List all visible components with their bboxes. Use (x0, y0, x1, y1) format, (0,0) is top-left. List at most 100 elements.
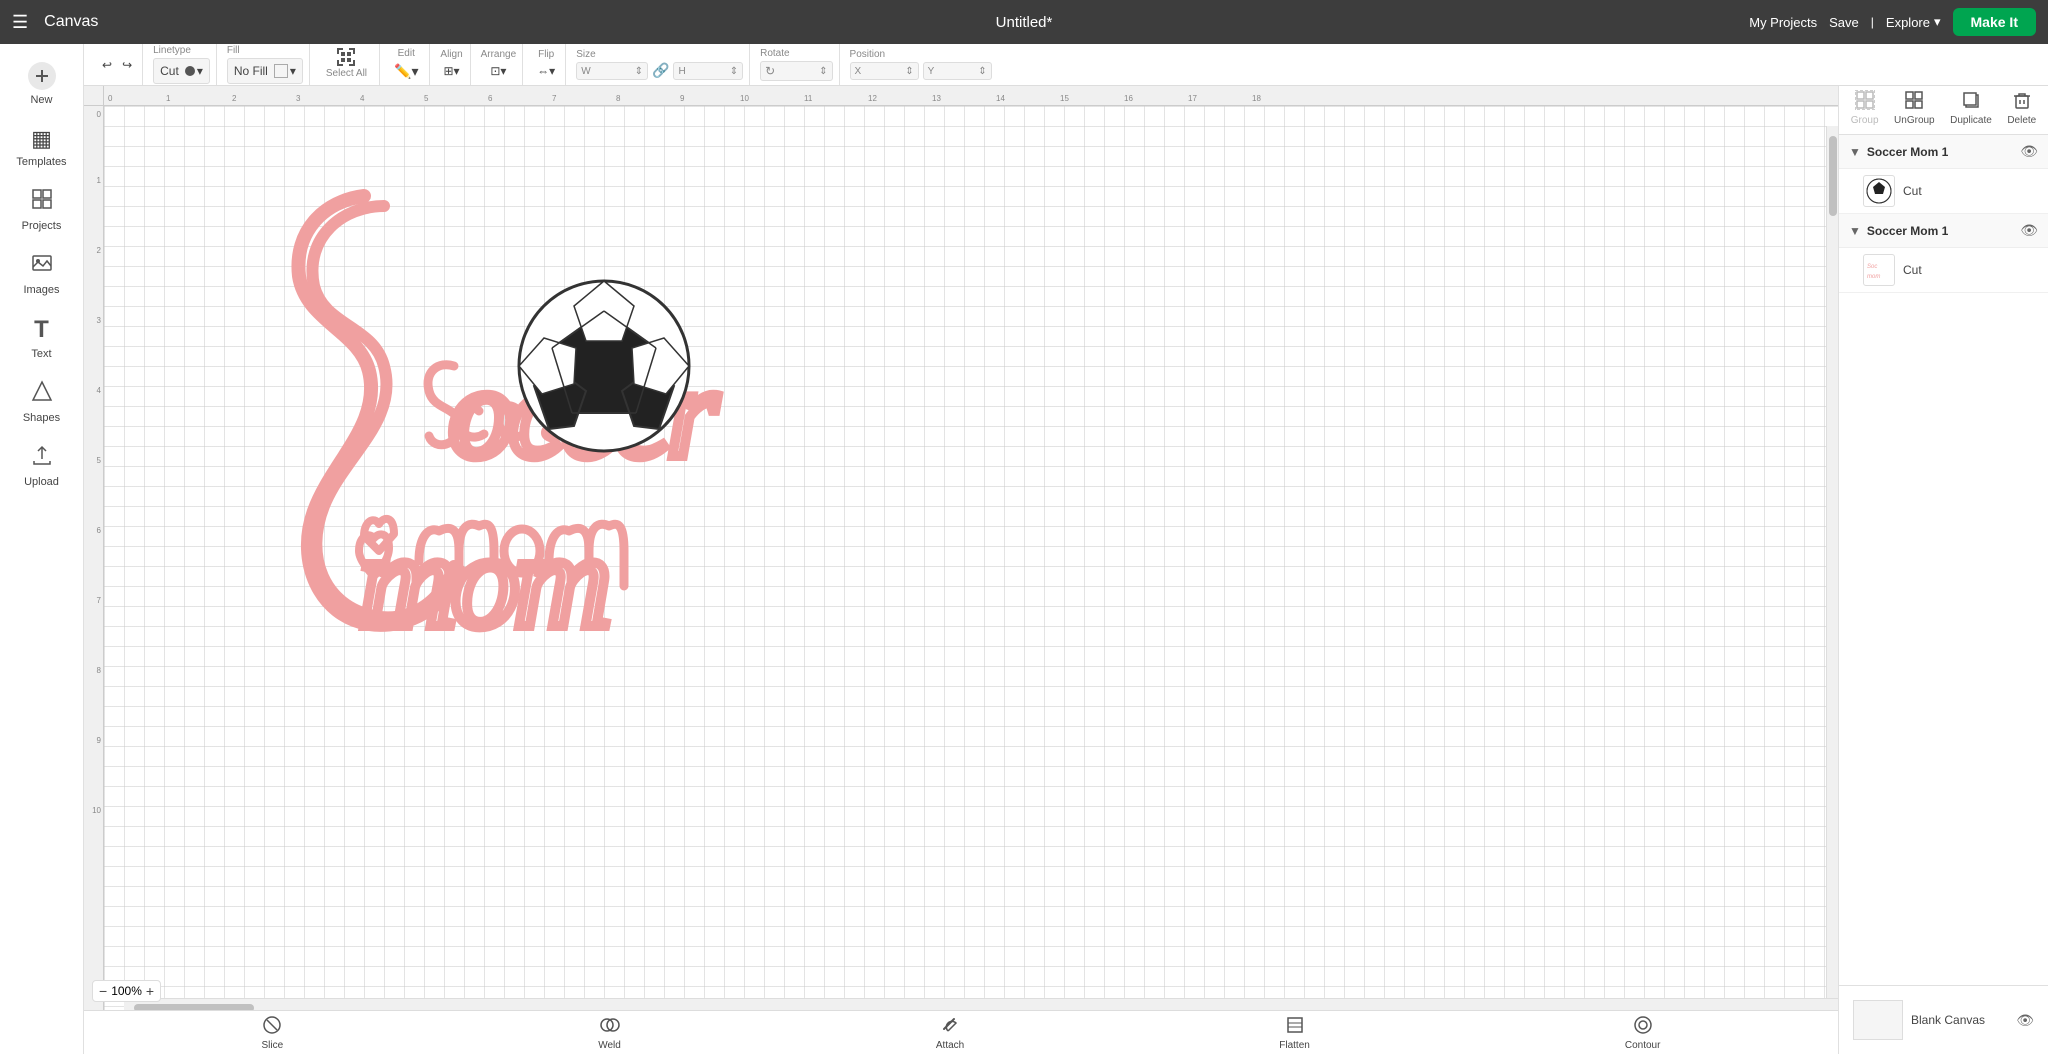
canvas-preview-thumb (1853, 1000, 1903, 1040)
layers-list: ▼ Soccer Mom 1 👁 Cut ▼ Soc (1839, 135, 2048, 985)
chevron-fill-icon: ▾ (290, 64, 296, 78)
sidebar-item-images[interactable]: Images (0, 242, 83, 306)
vertical-scrollbar[interactable] (1826, 126, 1838, 998)
select-all-button[interactable]: Select All (320, 46, 373, 83)
width-label: W (581, 66, 590, 77)
edit-label: Edit (398, 48, 415, 59)
layer-thumb-2: Soc mom (1863, 254, 1895, 286)
height-input[interactable] (688, 65, 728, 77)
ruler-h-9: 9 (680, 94, 684, 103)
linetype-label: Linetype (153, 45, 210, 56)
y-input[interactable] (936, 65, 976, 77)
layer-1-title: Soccer Mom 1 (1867, 145, 2014, 159)
ruler-h-14: 14 (996, 94, 1005, 103)
rotate-input[interactable] (777, 65, 817, 77)
layer-group-1: ▼ Soccer Mom 1 👁 Cut (1839, 135, 2048, 214)
weld-button[interactable]: Weld (598, 1015, 621, 1051)
arrange-button[interactable]: ⊡▾ (486, 62, 510, 80)
v-scroll-thumb[interactable] (1829, 136, 1837, 216)
undo-redo-group: ↩ ↪ (92, 44, 143, 85)
height-label: H (678, 66, 685, 77)
ruler-h-15: 15 (1060, 94, 1069, 103)
select-all-group: Select All (314, 44, 380, 85)
flip-button[interactable]: ⇔▾ (533, 62, 559, 80)
horizontal-scrollbar[interactable] (124, 998, 1838, 1010)
group-label: Group (1851, 115, 1879, 126)
select-all-label: Select All (326, 68, 367, 79)
attach-button[interactable]: Attach (936, 1015, 964, 1051)
layer-child-2[interactable]: Soc mom Cut (1839, 248, 2048, 293)
explore-button[interactable]: Explore ▾ (1886, 14, 1941, 30)
ruler-h-0: 0 (108, 94, 112, 103)
sidebar-item-templates[interactable]: ▦ Templates (0, 116, 83, 178)
save-button[interactable]: Save (1829, 15, 1859, 30)
layer-1-visibility-icon[interactable]: 👁 (2020, 143, 2038, 160)
contour-button[interactable]: Contour (1625, 1015, 1661, 1051)
delete-action[interactable]: Delete (2007, 90, 2036, 126)
ungroup-action[interactable]: UnGroup (1894, 90, 1935, 126)
flip-group: Flip ⇔▾ (527, 44, 566, 85)
layer-group-2: ▼ Soccer Mom 1 👁 Soc mom Cut (1839, 214, 2048, 293)
fill-value: No Fill (234, 64, 268, 78)
flatten-button[interactable]: Flatten (1279, 1015, 1310, 1051)
position-label: Position (850, 49, 992, 60)
ruler-h-11: 11 (804, 94, 812, 103)
x-input[interactable] (863, 65, 903, 77)
ruler-v-0: 0 (97, 110, 101, 119)
soccer-ball (519, 281, 689, 451)
sidebar-item-shapes[interactable]: Shapes (0, 370, 83, 434)
fill-select[interactable]: No Fill ▾ (227, 58, 303, 84)
ruler-v-5: 5 (97, 456, 101, 465)
ruler-h-7: 7 (552, 94, 556, 103)
y-label: Y (928, 66, 935, 77)
ruler-h-16: 16 (1124, 94, 1133, 103)
hamburger-icon[interactable]: ☰ (12, 12, 28, 33)
sidebar-item-new[interactable]: New (0, 52, 83, 116)
zoom-in-button[interactable]: + (146, 983, 154, 999)
zoom-controls: − 100% + (92, 980, 161, 1002)
layer-child-1[interactable]: Cut (1839, 169, 2048, 214)
zoom-out-button[interactable]: − (99, 983, 107, 999)
edit-button[interactable]: ✏️▾ (390, 61, 422, 82)
svg-text:mom: mom (359, 507, 607, 656)
ungroup-label: UnGroup (1894, 115, 1935, 126)
layer-child-2-label: Cut (1903, 263, 1922, 277)
ruler-v-7: 7 (97, 596, 101, 605)
align-button[interactable]: ⊞▾ (440, 62, 464, 80)
chevron-linetype-icon: ▾ (197, 64, 203, 78)
duplicate-action[interactable]: Duplicate (1950, 90, 1992, 126)
sidebar-images-label: Images (23, 284, 59, 296)
bottom-toolbar: Slice Weld Attach Flatten Contour (84, 1010, 1838, 1054)
linetype-select[interactable]: Cut ▾ (153, 58, 210, 84)
chevron-layer1-icon: ▼ (1849, 145, 1861, 159)
ruler-h-17: 17 (1188, 94, 1197, 103)
ruler-h-12: 12 (868, 94, 877, 103)
sidebar-text-label: Text (31, 348, 51, 360)
canvas-preview-eye-icon[interactable]: 👁 (2016, 1012, 2034, 1029)
layer-header-2[interactable]: ▼ Soccer Mom 1 👁 (1839, 214, 2048, 248)
document-title: Untitled* (996, 14, 1053, 31)
undo-button[interactable]: ↩ (98, 56, 116, 74)
position-group: Position X ⇕ Y ⇕ (844, 44, 998, 85)
canvas-grid[interactable]: occer mom (104, 106, 1838, 1010)
canvas-preview-section: Blank Canvas 👁 (1847, 994, 2040, 1046)
sidebar-item-upload[interactable]: Upload (0, 434, 83, 498)
my-projects-button[interactable]: My Projects (1749, 15, 1817, 30)
main-canvas-area: 0 1 2 3 4 5 6 7 8 9 10 11 12 13 14 15 16… (84, 86, 1838, 1010)
explore-label: Explore (1886, 15, 1930, 30)
soccer-mom-artwork[interactable]: occer mom (264, 166, 884, 691)
sidebar-item-projects[interactable]: Projects (0, 178, 83, 242)
redo-button[interactable]: ↪ (118, 56, 136, 74)
width-input[interactable] (593, 65, 633, 77)
layer-header-1[interactable]: ▼ Soccer Mom 1 👁 (1839, 135, 2048, 169)
slice-button[interactable]: Slice (262, 1015, 284, 1051)
sidebar-item-text[interactable]: T Text (0, 306, 83, 370)
arrange-label: Arrange (481, 49, 517, 60)
text-icon: T (34, 316, 49, 344)
lock-ratio-icon[interactable]: 🔗 (652, 62, 669, 80)
make-it-button[interactable]: Make It (1953, 8, 2036, 36)
x-label: X (855, 66, 862, 77)
group-action[interactable]: Group (1851, 90, 1879, 126)
layer-2-title: Soccer Mom 1 (1867, 224, 2014, 238)
layer-2-visibility-icon[interactable]: 👁 (2020, 222, 2038, 239)
